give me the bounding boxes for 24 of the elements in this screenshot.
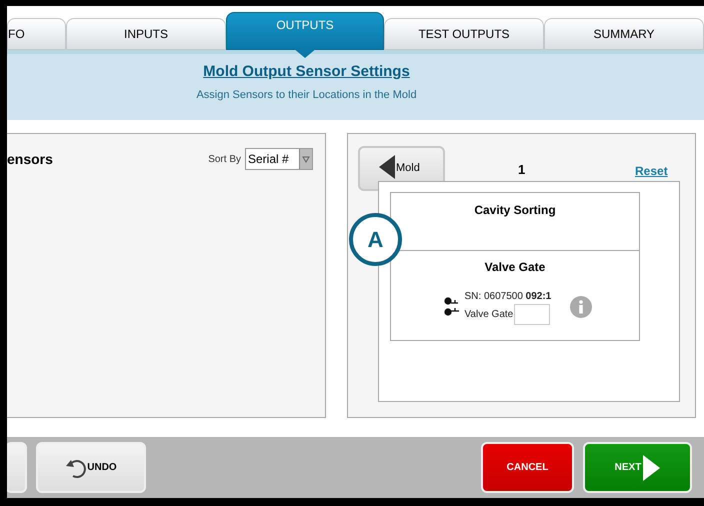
right-arrow-icon [643,454,660,480]
tab[interactable]: INPUTS [66,18,226,50]
info-icon[interactable] [570,296,592,318]
sensor-type-label: Valve Gate [464,308,514,322]
sort-dropdown[interactable]: Serial # [245,148,313,170]
location-input[interactable] [514,304,550,325]
page-title-link[interactable]: Mold Output Sensor Settings [203,61,410,84]
group-title: Cavity Sorting [474,202,556,219]
serial-number: SN: 0607500 092:1 [464,290,552,304]
sort-label: Sort By [208,152,241,166]
footer-button[interactable] [7,442,27,493]
page-subtitle: Assign Sensors to their Locations in the Mold [196,88,417,102]
tab[interactable]: FO [7,18,66,50]
tab[interactable]: SUMMARY [544,18,704,50]
undo-button[interactable]: UNDO [36,442,146,493]
group-title: Valve Gate [484,259,546,276]
tab[interactable]: TEST OUTPUTS [384,18,544,50]
valve-gate-icon [444,296,462,318]
caret-icon [299,149,312,169]
mold-number: 1 [518,161,526,179]
reset-link[interactable]: Reset [635,162,668,180]
next-button[interactable]: NEXT [583,442,692,493]
panel-title: ensors [7,150,53,168]
cancel-button[interactable]: CANCEL [481,442,574,493]
